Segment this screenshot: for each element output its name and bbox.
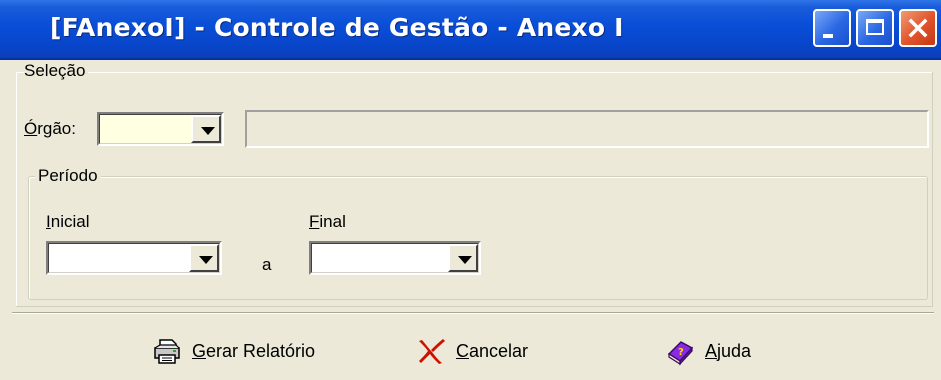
cancelar-label: Cancelar: [456, 340, 529, 361]
help-book-icon: ?: [667, 341, 694, 366]
periodo-separator: a: [262, 255, 272, 274]
svg-text:?: ?: [678, 347, 684, 358]
periodo-legend: Período: [35, 166, 101, 186]
orgao-description-field: [245, 110, 929, 148]
title-bar[interactable]: [FAnexoI] - Controle de Gestão - Anexo I: [0, 0, 941, 60]
orgao-label: Órgão:: [24, 119, 76, 138]
gerar-relatorio-button[interactable]: Gerar Relatório: [152, 332, 315, 370]
minimize-icon: [823, 34, 833, 38]
bottom-separator: [12, 312, 934, 314]
window: [FAnexoI] - Controle de Gestão - Anexo I…: [0, 0, 941, 380]
window-title: [FAnexoI] - Controle de Gestão - Anexo I: [50, 13, 624, 42]
final-label: Final: [309, 212, 346, 231]
minimize-button[interactable]: [813, 9, 851, 47]
inicial-combobox[interactable]: [46, 241, 222, 275]
maximize-icon: [866, 19, 884, 35]
final-dropdown-button[interactable]: [448, 244, 478, 272]
inicial-label: Inicial: [46, 212, 90, 231]
ajuda-button[interactable]: ? Ajuda: [665, 332, 751, 370]
maximize-button[interactable]: [856, 9, 894, 47]
ajuda-label: Ajuda: [705, 340, 752, 361]
close-button[interactable]: [899, 9, 937, 47]
orgao-dropdown-button[interactable]: [191, 115, 221, 143]
printer-icon: [154, 339, 180, 364]
cancelar-button[interactable]: Cancelar: [416, 332, 528, 370]
selecao-legend: Seleção: [24, 61, 89, 81]
gerar-relatorio-label: Gerar Relatório: [192, 340, 316, 361]
cross-icon: [419, 339, 445, 364]
orgao-combobox[interactable]: [97, 112, 224, 146]
inicial-dropdown-button[interactable]: [189, 244, 219, 272]
final-combobox[interactable]: [309, 241, 481, 275]
periodo-groupbox: Período: [28, 166, 928, 300]
close-icon: [908, 18, 928, 38]
